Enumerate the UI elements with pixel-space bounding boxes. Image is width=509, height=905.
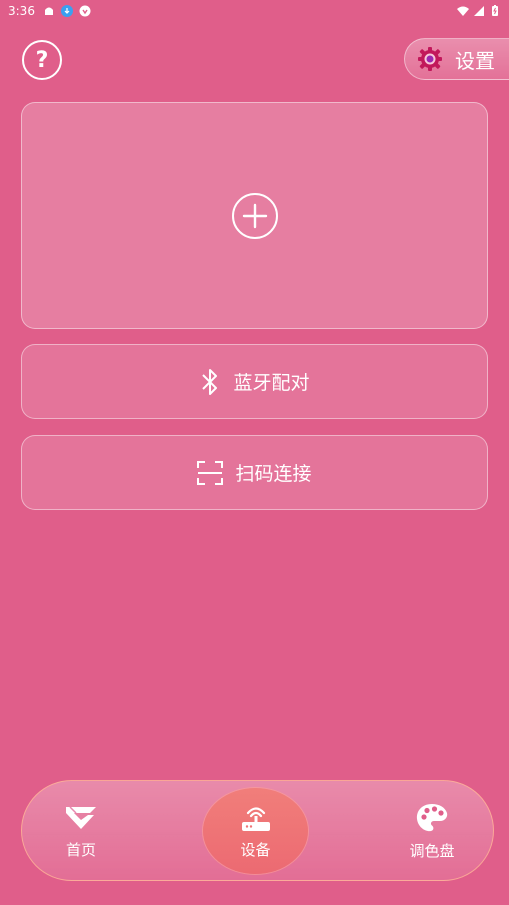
- nav-item-device[interactable]: 设备: [203, 788, 308, 874]
- signal-icon: [474, 6, 484, 16]
- help-symbol: ?: [35, 47, 49, 73]
- status-icons-right: [457, 5, 501, 17]
- settings-label: 设置: [455, 48, 495, 73]
- status-icons-left: [43, 5, 91, 17]
- nav-item-home[interactable]: 首页: [40, 781, 122, 882]
- battery-icon: [492, 5, 498, 16]
- help-button[interactable]: ?: [22, 40, 62, 80]
- status-bar: 3:36: [0, 0, 509, 22]
- shield-icon: [79, 5, 91, 17]
- android-icon: [44, 7, 53, 15]
- screen: 3:36 ? 设置 蓝牙配对 扫码连接 首页 设备 调色盘: [0, 0, 509, 905]
- nav-item-palette[interactable]: 调色盘: [392, 781, 472, 882]
- settings-button[interactable]: 设置: [404, 38, 509, 80]
- bottom-nav: 首页 设备 调色盘: [21, 780, 494, 881]
- download-icon: [60, 5, 73, 17]
- palette-icon: [416, 804, 448, 832]
- router-icon: [241, 806, 270, 831]
- bluetooth-icon: [202, 368, 218, 395]
- bluetooth-pair-label: 蓝牙配对: [233, 372, 310, 394]
- home-logo-icon: [66, 806, 96, 829]
- nav-label-home: 首页: [65, 841, 96, 859]
- status-time: 3:36: [8, 4, 35, 18]
- plus-icon: [242, 203, 267, 228]
- nav-label-palette: 调色盘: [409, 842, 455, 860]
- bluetooth-pair-button[interactable]: 蓝牙配对: [21, 344, 488, 419]
- wifi-icon: [457, 6, 469, 16]
- nav-label-device: 设备: [240, 840, 271, 859]
- scan-connect-button[interactable]: 扫码连接: [21, 435, 488, 510]
- scan-icon: [197, 460, 224, 485]
- scan-connect-label: 扫码连接: [235, 463, 312, 485]
- gear-icon: [418, 47, 442, 71]
- add-device-card[interactable]: [21, 102, 488, 329]
- plus-circle-icon: [231, 192, 278, 239]
